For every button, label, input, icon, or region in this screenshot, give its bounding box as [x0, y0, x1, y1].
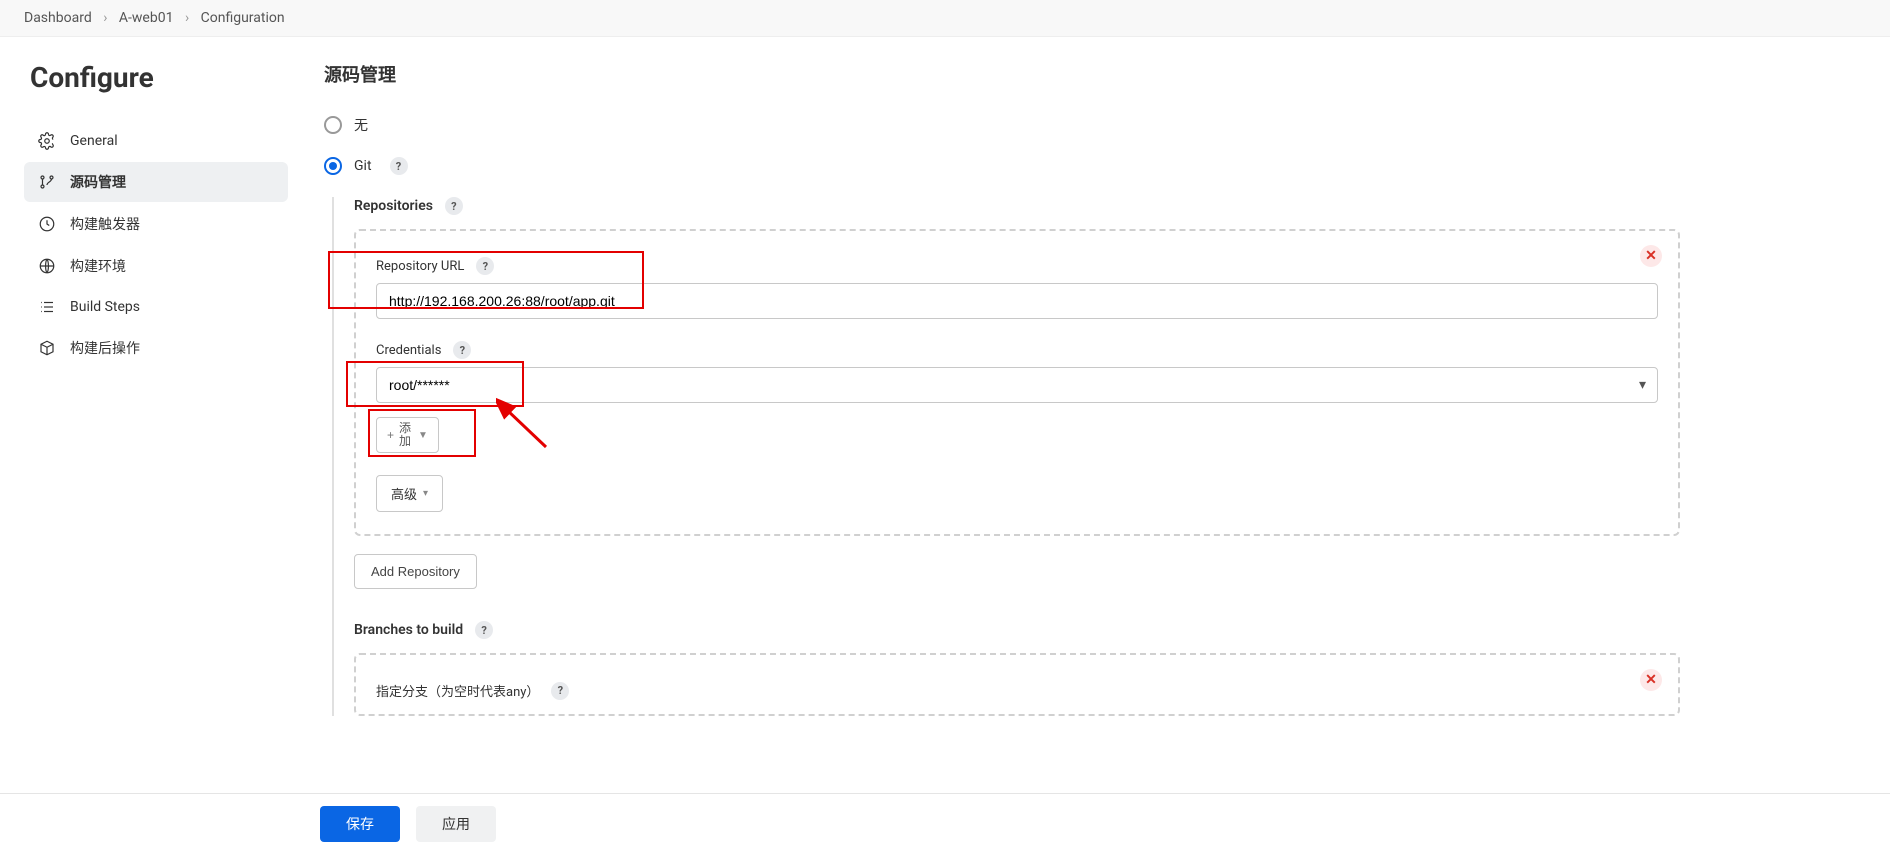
plus-icon: +: [387, 429, 394, 442]
help-icon[interactable]: ?: [390, 157, 408, 175]
scm-git-option[interactable]: Git ?: [324, 157, 1680, 175]
clock-icon: [38, 215, 56, 233]
section-title: 源码管理: [324, 61, 1680, 87]
add-credentials-button[interactable]: + 添加 ▼: [376, 417, 439, 453]
breadcrumb-item[interactable]: Dashboard: [24, 10, 92, 26]
sidebar-item-triggers[interactable]: 构建触发器: [24, 204, 288, 244]
sidebar-item-label: Build Steps: [70, 299, 140, 315]
main-content: 源码管理 无 Git ? Repositories ? ✕: [300, 37, 1800, 836]
close-icon: ✕: [1645, 672, 1657, 688]
label-text: Branches to build: [354, 622, 463, 638]
branch-spec-label: 指定分支（为空时代表any） ?: [376, 681, 1658, 700]
sidebar: Configure General 源码管理 构建触发器 构建环境: [0, 37, 300, 836]
radio-icon[interactable]: [324, 116, 342, 134]
list-icon: [38, 298, 56, 316]
add-repository-button[interactable]: Add Repository: [354, 554, 477, 589]
breadcrumb-item[interactable]: Configuration: [201, 10, 285, 26]
sidebar-item-label: 构建后操作: [70, 338, 140, 358]
help-icon[interactable]: ?: [453, 341, 471, 359]
breadcrumb-item[interactable]: A-web01: [119, 10, 174, 26]
credentials-label: Credentials ?: [376, 341, 1658, 359]
help-icon[interactable]: ?: [476, 257, 494, 275]
chevron-right-icon: ›: [103, 10, 107, 26]
repo-url-input[interactable]: [376, 283, 1658, 319]
repositories-label: Repositories ?: [354, 197, 1680, 215]
button-label: 添加: [398, 422, 412, 448]
help-icon[interactable]: ?: [445, 197, 463, 215]
sidebar-item-general[interactable]: General: [24, 122, 288, 160]
gear-icon: [38, 132, 56, 150]
sidebar-item-label: 源码管理: [70, 172, 126, 192]
sidebar-item-env[interactable]: 构建环境: [24, 246, 288, 286]
sidebar-item-post[interactable]: 构建后操作: [24, 328, 288, 368]
sidebar-item-label: 构建触发器: [70, 214, 140, 234]
annotation-arrow: [496, 397, 556, 457]
sidebar-item-scm[interactable]: 源码管理: [24, 162, 288, 202]
repository-block: ✕ Repository URL ? Credentials ?: [354, 229, 1680, 536]
scm-none-option[interactable]: 无: [324, 115, 1680, 135]
chevron-right-icon: ›: [185, 10, 189, 26]
repo-url-label: Repository URL ?: [376, 257, 1658, 275]
sidebar-item-steps[interactable]: Build Steps: [24, 288, 288, 326]
globe-icon: [38, 257, 56, 275]
radio-icon[interactable]: [324, 157, 342, 175]
button-label: 高级: [391, 484, 417, 503]
branch-icon: [38, 173, 56, 191]
advanced-button[interactable]: 高级 ▾: [376, 475, 443, 512]
sidebar-item-label: General: [70, 133, 118, 149]
save-button[interactable]: 保存: [320, 806, 400, 842]
help-icon[interactable]: ?: [475, 621, 493, 639]
breadcrumb: Dashboard › A-web01 › Configuration: [0, 0, 1890, 37]
help-icon[interactable]: ?: [551, 682, 569, 700]
label-text: Repository URL: [376, 259, 464, 274]
apply-button[interactable]: 应用: [416, 806, 496, 842]
label-text: Credentials: [376, 343, 441, 358]
label-text: Repositories: [354, 198, 433, 214]
footer-bar: 保存 应用: [0, 793, 1890, 854]
radio-label: Git: [354, 158, 372, 174]
branches-label: Branches to build ?: [354, 621, 1680, 639]
delete-branch-button[interactable]: ✕: [1640, 669, 1662, 691]
page-title: Configure: [24, 61, 288, 94]
branch-block: ✕ 指定分支（为空时代表any） ?: [354, 653, 1680, 716]
sidebar-item-label: 构建环境: [70, 256, 126, 276]
credentials-select[interactable]: [376, 367, 1658, 403]
label-text: 指定分支（为空时代表any）: [376, 681, 539, 700]
chevron-down-icon: ▾: [423, 488, 428, 499]
chevron-down-icon: ▼: [418, 430, 428, 441]
radio-label: 无: [354, 115, 368, 135]
box-icon: [38, 339, 56, 357]
